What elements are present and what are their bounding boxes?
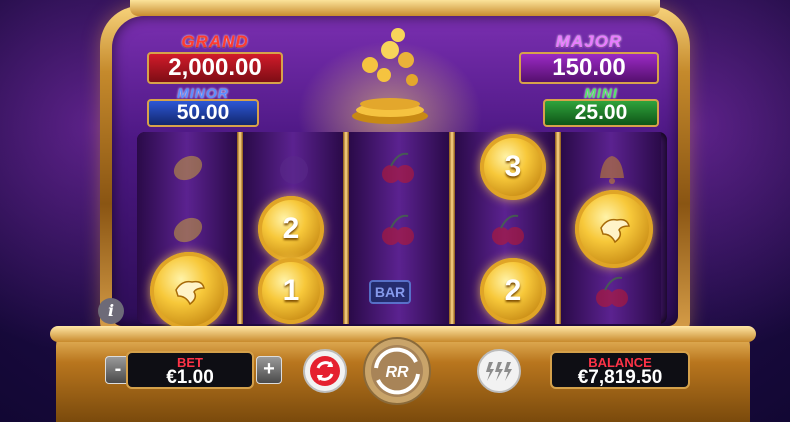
jackpot-mini-value: 25.00 bbox=[543, 99, 659, 127]
bar-symbol: BAR bbox=[369, 280, 411, 304]
eagle-icon bbox=[175, 280, 205, 306]
jackpot-grand-value: 2,000.00 bbox=[147, 52, 283, 84]
jackpot-minor: MINOR 50.00 bbox=[147, 85, 259, 127]
coin-reel4-top: 3 bbox=[480, 134, 546, 200]
eagle-icon bbox=[600, 218, 630, 244]
jackpot-minor-value: 50.00 bbox=[147, 99, 259, 127]
info-button[interactable]: i bbox=[98, 298, 124, 324]
coin-pile-icon bbox=[352, 28, 428, 124]
coin-reel4-bottom: 2 bbox=[480, 258, 546, 324]
cabinet-top-frame bbox=[130, 0, 660, 16]
balance-display: BALANCE €7,819.50 bbox=[550, 351, 690, 389]
jackpot-major-title: MAJOR bbox=[555, 32, 623, 51]
jackpot-grand: GRAND 2,000.00 bbox=[147, 32, 283, 84]
cherry-icon bbox=[382, 152, 414, 183]
spin-button[interactable]: RR bbox=[362, 336, 432, 406]
spin-label: RR bbox=[385, 364, 409, 381]
plum-icon bbox=[280, 156, 308, 184]
bet-value: €1.00 bbox=[166, 367, 214, 388]
bet-display: BET €1.00 bbox=[126, 351, 254, 389]
coin-reel2-top: 2 bbox=[258, 196, 324, 262]
cherry-icon bbox=[382, 214, 414, 245]
bell-icon bbox=[600, 156, 624, 184]
jackpot-major-value: 150.00 bbox=[519, 52, 659, 84]
coin-reel5-eagle bbox=[575, 190, 653, 268]
lemon-icon bbox=[173, 155, 203, 181]
cherry-icon bbox=[596, 276, 628, 307]
turbo-button[interactable] bbox=[476, 348, 522, 394]
coin-reel1-eagle bbox=[150, 252, 228, 330]
jackpot-grand-title: GRAND bbox=[181, 32, 249, 51]
cherry-icon bbox=[492, 214, 524, 245]
bet-increase-button[interactable]: + bbox=[256, 356, 282, 384]
jackpot-major: MAJOR 150.00 bbox=[519, 32, 659, 84]
autoplay-button[interactable] bbox=[302, 348, 348, 394]
coin-reel2-bottom: 1 bbox=[258, 258, 324, 324]
balance-value: €7,819.50 bbox=[577, 367, 663, 388]
jackpot-mini: MINI 25.00 bbox=[543, 85, 659, 127]
lemon-icon bbox=[173, 217, 203, 243]
